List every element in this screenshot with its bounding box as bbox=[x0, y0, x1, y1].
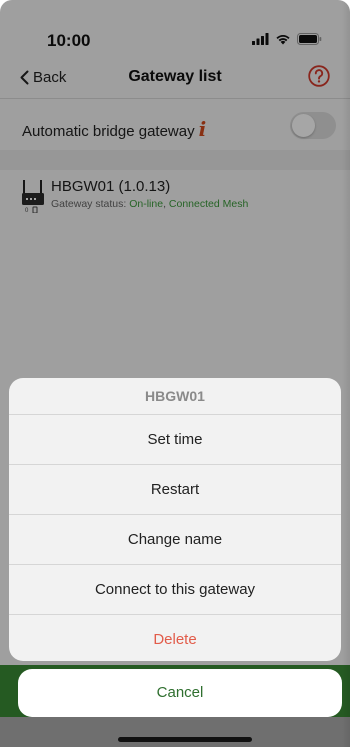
connect-gateway-button[interactable]: Connect to this gateway bbox=[9, 565, 341, 615]
cancel-button[interactable]: Cancel bbox=[18, 669, 342, 717]
set-time-button[interactable]: Set time bbox=[9, 415, 341, 465]
delete-button[interactable]: Delete bbox=[9, 615, 341, 661]
action-sheet: HBGW01 Set time Restart Change name Conn… bbox=[9, 378, 341, 661]
phone-screen: 10:00 Back Gateway list Automatic bridge… bbox=[0, 0, 350, 747]
restart-button[interactable]: Restart bbox=[9, 465, 341, 515]
action-sheet-title: HBGW01 bbox=[9, 378, 341, 415]
home-indicator bbox=[118, 737, 252, 742]
change-name-button[interactable]: Change name bbox=[9, 515, 341, 565]
